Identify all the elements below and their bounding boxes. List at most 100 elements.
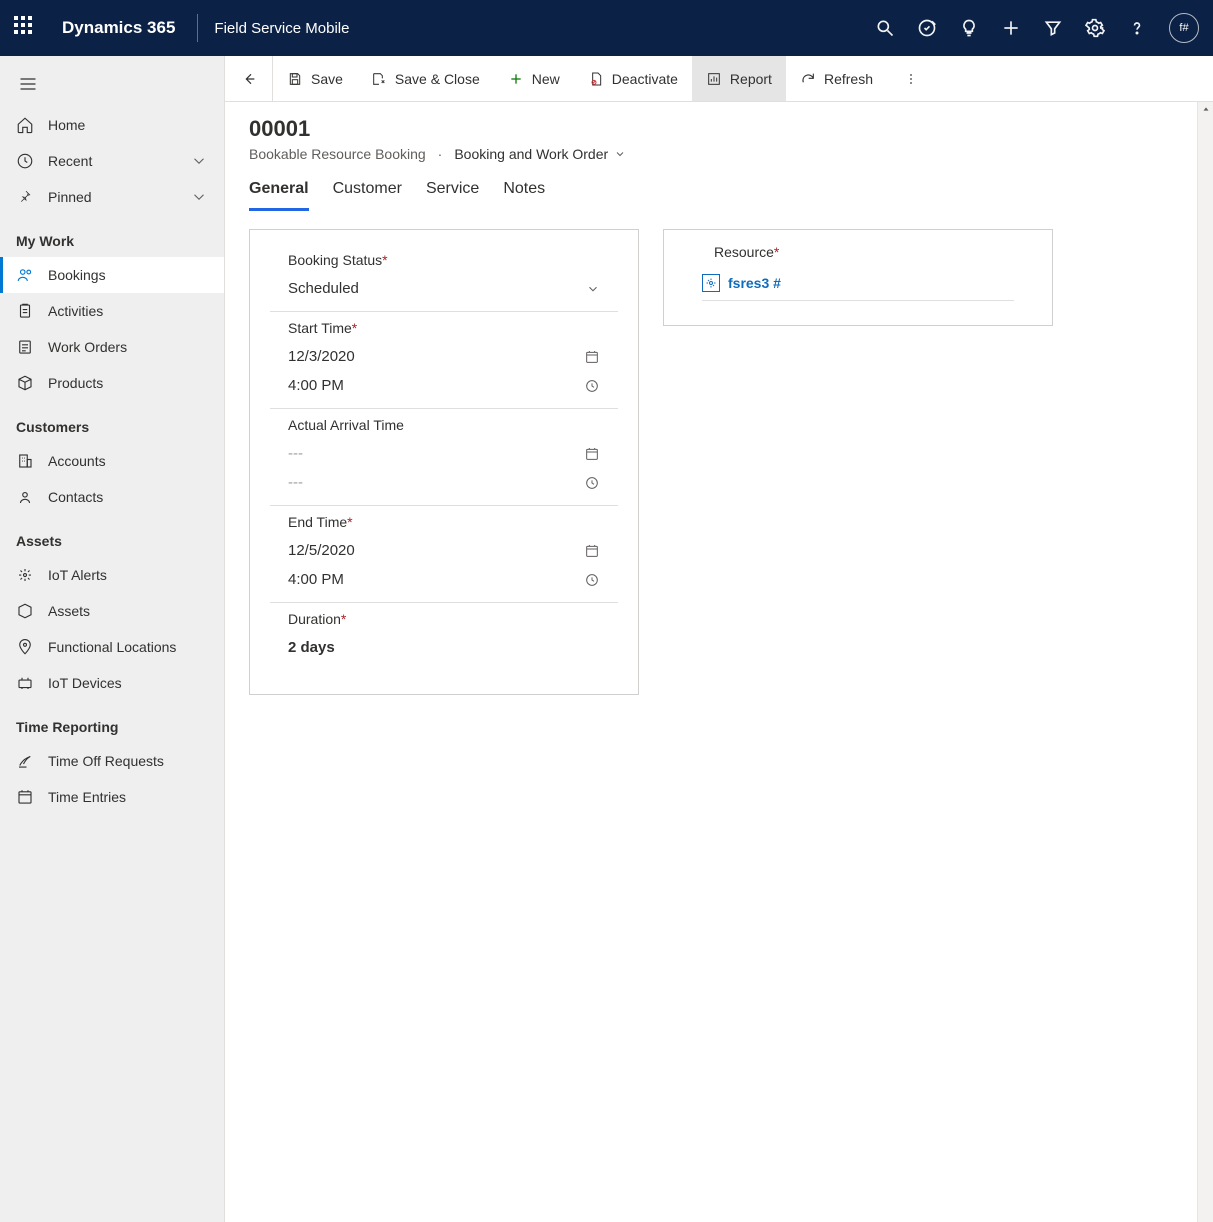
tab-general[interactable]: General	[249, 180, 309, 211]
cmd-label: Report	[730, 71, 772, 87]
contact-icon	[16, 488, 34, 506]
resource-lookup[interactable]: fsres3 #	[702, 266, 1014, 301]
nav-pinned[interactable]: Pinned	[0, 179, 224, 215]
duration-label: Duration*	[270, 611, 618, 627]
nav-label: Pinned	[48, 189, 92, 205]
tab-service[interactable]: Service	[426, 180, 479, 211]
nav-home[interactable]: Home	[0, 107, 224, 143]
sidebar: Home Recent Pinned My Work Bookings Acti…	[0, 56, 225, 1222]
nav-label: Products	[48, 375, 103, 391]
nav-time-off-requests[interactable]: Time Off Requests	[0, 743, 224, 779]
tab-notes[interactable]: Notes	[503, 180, 545, 211]
chevron-down-icon	[586, 282, 600, 296]
nav-products[interactable]: Products	[0, 365, 224, 401]
back-button[interactable]	[225, 56, 273, 101]
chevron-down-icon	[190, 152, 208, 170]
nav-contacts[interactable]: Contacts	[0, 479, 224, 515]
clock-icon	[584, 475, 600, 491]
actual-arrival-date-input[interactable]: ---	[270, 439, 618, 468]
record-title: 00001	[249, 116, 1173, 142]
nav-label: Bookings	[48, 267, 106, 283]
command-bar: Save Save & Close New Deactivate Report …	[225, 56, 1213, 102]
new-button[interactable]: New	[494, 56, 574, 101]
hamburger-icon[interactable]	[0, 68, 224, 107]
cmd-label: New	[532, 71, 560, 87]
calendar-icon	[584, 543, 600, 559]
start-time-input[interactable]: 4:00 PM	[270, 371, 618, 400]
avatar[interactable]: f#	[1169, 13, 1199, 43]
clock-icon	[584, 378, 600, 394]
nav-bookings[interactable]: Bookings	[0, 257, 224, 293]
refresh-button[interactable]: Refresh	[786, 56, 887, 101]
location-pin-icon	[16, 638, 34, 656]
nav-accounts[interactable]: Accounts	[0, 443, 224, 479]
clock-icon	[584, 572, 600, 588]
save-close-icon	[371, 71, 387, 87]
form-name-label: Booking and Work Order	[454, 146, 608, 162]
nav-workorders[interactable]: Work Orders	[0, 329, 224, 365]
help-icon[interactable]	[1127, 18, 1147, 38]
end-date-input[interactable]: 12/5/2020	[270, 536, 618, 565]
tab-customer[interactable]: Customer	[333, 180, 402, 211]
end-time-input[interactable]: 4:00 PM	[270, 565, 618, 594]
more-vertical-icon	[903, 71, 919, 87]
form-card-right: Resource* fsres3 #	[663, 229, 1053, 326]
nav-assets[interactable]: Assets	[0, 593, 224, 629]
cmd-label: Refresh	[824, 71, 873, 87]
report-icon	[706, 71, 722, 87]
form-card-left: Booking Status* Scheduled Start Time* 12…	[249, 229, 639, 695]
scroll-up-icon	[1201, 104, 1211, 114]
nav-label: IoT Devices	[48, 675, 122, 691]
main-area: Save Save & Close New Deactivate Report …	[225, 56, 1213, 1222]
search-icon[interactable]	[875, 18, 895, 38]
lightbulb-icon[interactable]	[959, 18, 979, 38]
settings-icon[interactable]	[1085, 18, 1105, 38]
deactivate-icon	[588, 71, 604, 87]
booking-status-select[interactable]: Scheduled	[270, 274, 618, 303]
nav-recent[interactable]: Recent	[0, 143, 224, 179]
nav-iot-alerts[interactable]: IoT Alerts	[0, 557, 224, 593]
nav-label: IoT Alerts	[48, 567, 107, 583]
form-tabs: General Customer Service Notes	[225, 162, 1197, 211]
plus-icon[interactable]	[1001, 18, 1021, 38]
save-button[interactable]: Save	[273, 56, 357, 101]
nav-group-timereporting: Time Reporting	[0, 701, 224, 743]
home-icon	[16, 116, 34, 134]
nav-activities[interactable]: Activities	[0, 293, 224, 329]
cmd-label: Deactivate	[612, 71, 678, 87]
actual-arrival-time-input[interactable]: ---	[270, 468, 618, 497]
form-selector[interactable]: Booking and Work Order	[454, 146, 626, 162]
nav-iot-devices[interactable]: IoT Devices	[0, 665, 224, 701]
clock-icon	[16, 152, 34, 170]
nav-label: Time Entries	[48, 789, 126, 805]
clipboard-icon	[16, 302, 34, 320]
resource-entity-icon	[702, 274, 720, 292]
person-icon	[16, 266, 34, 284]
calendar-icon	[16, 788, 34, 806]
duration-value[interactable]: 2 days	[270, 633, 618, 662]
start-date-input[interactable]: 12/3/2020	[270, 342, 618, 371]
cmd-label: Save	[311, 71, 343, 87]
iot-icon	[16, 566, 34, 584]
cube-icon	[16, 602, 34, 620]
app-launcher-icon[interactable]	[14, 16, 38, 40]
actual-arrival-label: Actual Arrival Time	[270, 417, 618, 433]
nav-label: Home	[48, 117, 85, 133]
separator: ·	[438, 146, 443, 162]
task-icon[interactable]	[917, 18, 937, 38]
scrollbar[interactable]	[1197, 102, 1213, 1222]
filter-icon[interactable]	[1043, 18, 1063, 38]
nav-time-entries[interactable]: Time Entries	[0, 779, 224, 815]
save-icon	[287, 71, 303, 87]
nav-functional-locations[interactable]: Functional Locations	[0, 629, 224, 665]
nav-group-assets: Assets	[0, 515, 224, 557]
deactivate-button[interactable]: Deactivate	[574, 56, 692, 101]
box-icon	[16, 374, 34, 392]
report-button[interactable]: Report	[692, 56, 786, 101]
building-icon	[16, 452, 34, 470]
cmd-label: Save & Close	[395, 71, 480, 87]
more-commands-button[interactable]	[893, 56, 929, 101]
save-close-button[interactable]: Save & Close	[357, 56, 494, 101]
resource-link[interactable]: fsres3 #	[728, 275, 781, 291]
calendar-icon	[584, 446, 600, 462]
